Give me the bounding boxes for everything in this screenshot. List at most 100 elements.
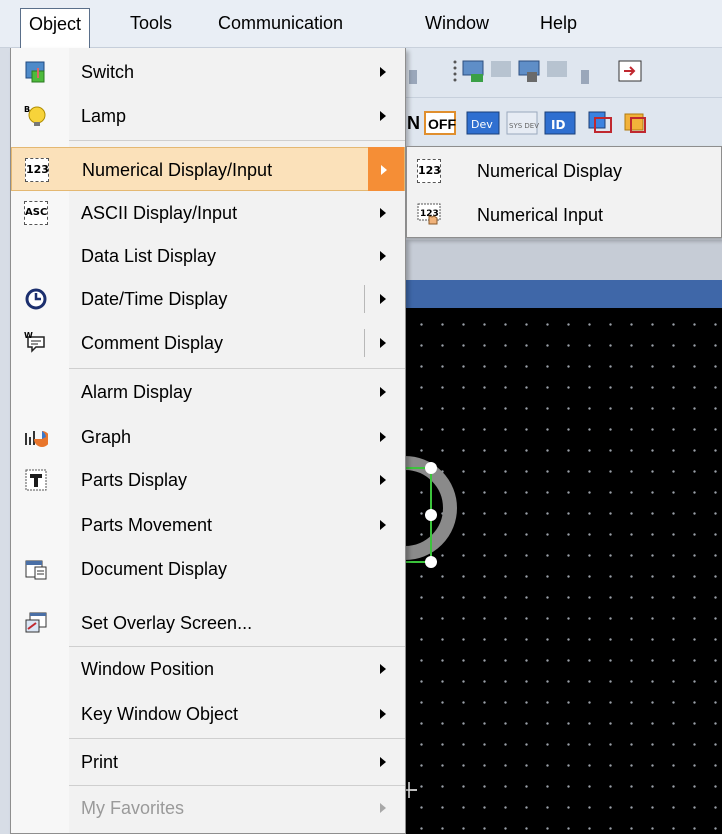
menu-item-key-window-object[interactable]: Key Window Object [11, 692, 405, 736]
menu-item-label: Parts Display [81, 470, 188, 490]
menu-item-label: Alarm Display [81, 382, 193, 402]
menu-item-switch[interactable]: Switch [11, 50, 405, 94]
menu-item-split-separator [364, 329, 365, 357]
submenu-arrow-icon [380, 664, 386, 674]
send-back-icon [624, 113, 646, 133]
numerical-display-icon: 123 [25, 158, 49, 182]
toolbar-gripper-icon [453, 60, 457, 82]
menu-item-label: Window Position [81, 659, 215, 679]
submenu-arrow-icon [380, 208, 386, 218]
resize-handle [425, 509, 437, 521]
menu-item-set-overlay-screen[interactable]: Set Overlay Screen... [11, 601, 405, 645]
import-icon [618, 60, 642, 82]
resize-handle [425, 556, 437, 568]
menu-item-comment-display[interactable]: W Comment Display [11, 321, 405, 365]
lamp-icon: B [24, 105, 46, 126]
submenu-arrow-icon [380, 757, 386, 767]
submenu-item-label: Numerical Input [477, 205, 604, 225]
menu-item-label: Set Overlay Screen... [81, 613, 253, 633]
menu-item-window-position[interactable]: Window Position [11, 647, 405, 691]
menu-item-label: ASCII Display/Input [81, 203, 238, 223]
monitor-disabled-icon [491, 61, 511, 77]
toolbar-second: N OFF Dev SYS DEV ID [405, 98, 722, 146]
menu-item-lamp[interactable]: B Lamp [11, 94, 405, 138]
document-display-icon [25, 560, 47, 580]
menu-item-label: Key Window Object [81, 704, 239, 724]
monitor-write-icon [518, 60, 540, 82]
menu-item-data-list-display[interactable]: Data List Display [11, 234, 405, 278]
menu-item-label: Numerical Display/Input [82, 160, 273, 180]
menubar: Object Tools Communication Window Help [0, 0, 722, 48]
menu-communication[interactable]: Communication [210, 8, 351, 40]
menu-tools[interactable]: Tools [122, 8, 180, 40]
toolbar-dev-label: Dev [471, 118, 493, 131]
menu-item-parts-display[interactable]: Parts Display [11, 458, 405, 502]
menu-object[interactable]: Object [20, 8, 91, 48]
menu-separator [69, 140, 405, 141]
bring-front-icon [588, 111, 612, 133]
submenu-item-numerical-display[interactable]: 123 Numerical Display [407, 149, 721, 193]
numerical-display-submenu: 123 Numerical Display 123 Numerical Inpu… [406, 146, 722, 238]
numerical-display-icon: 123 [417, 159, 441, 183]
menu-item-print[interactable]: Print [11, 740, 405, 784]
menu-item-graph[interactable]: Graph [11, 415, 405, 459]
toolbar-id-label: ID [551, 118, 565, 132]
overlay-screen-icon [25, 612, 47, 633]
monitor-icon [462, 60, 484, 82]
toolbar-off-label: OFF [428, 116, 456, 132]
menu-item-numerical-display-input[interactable]: 123 Numerical Display/Input [11, 147, 405, 191]
object-menu: Switch B Lamp 123 Numerical Display/Inpu… [10, 48, 406, 834]
toolbar-n-label: N [407, 113, 420, 133]
numerical-input-icon: 123 [417, 203, 441, 225]
menu-item-label: Switch [81, 62, 135, 82]
menu-item-label: Date/Time Display [81, 289, 228, 309]
submenu-arrow-icon [380, 67, 386, 77]
ascii-display-icon: ASC [24, 201, 48, 225]
monitor-read-icon [547, 61, 567, 77]
menu-window[interactable]: Window [417, 8, 497, 40]
menu-item-label: Print [81, 752, 119, 772]
submenu-item-label: Numerical Display [477, 161, 623, 181]
menu-item-alarm-display[interactable]: Alarm Display [11, 370, 405, 414]
submenu-arrow-icon [380, 111, 386, 121]
switch-icon [25, 61, 45, 83]
menu-help[interactable]: Help [532, 8, 585, 40]
submenu-arrow-icon [380, 432, 386, 442]
submenu-item-numerical-input[interactable]: 123 Numerical Input [407, 193, 721, 237]
toolbar-sysdev-label: SYS DEV [509, 122, 539, 130]
toolbar-top [405, 48, 722, 98]
submenu-arrow-icon [380, 387, 386, 397]
menu-item-parts-movement[interactable]: Parts Movement [11, 503, 405, 547]
menu-item-label: Comment Display [81, 333, 224, 353]
screen-titlebar [405, 280, 722, 308]
menu-separator [69, 738, 405, 739]
menu-item-label: Parts Movement [81, 515, 213, 535]
menu-item-document-display[interactable]: Document Display [11, 547, 405, 591]
submenu-arrow-icon [380, 294, 386, 304]
menu-separator [69, 368, 405, 369]
clock-icon [25, 288, 47, 310]
comment-icon: W [24, 331, 45, 353]
toolbar2-icons: N OFF Dev SYS DEV ID [407, 111, 646, 135]
editor-pane-header [405, 240, 722, 280]
menu-item-label: Lamp [81, 106, 127, 126]
selected-object[interactable] [404, 308, 722, 834]
menu-item-split-separator [364, 285, 365, 313]
menu-item-date-time-display[interactable]: Date/Time Display [11, 277, 405, 321]
menu-item-my-favorites: My Favorites [11, 786, 405, 830]
menu-item-label: Data List Display [81, 246, 217, 266]
submenu-arrow-icon [380, 251, 386, 261]
menu-item-ascii-display-input[interactable]: ASC ASCII Display/Input [11, 191, 405, 235]
svg-text:W: W [24, 331, 33, 340]
submenu-arrow-icon [380, 475, 386, 485]
submenu-arrow-icon [380, 709, 386, 719]
toolbar-icons [409, 60, 642, 84]
submenu-arrow-icon [380, 520, 386, 530]
screen-editor-canvas[interactable] [404, 308, 722, 834]
resize-handle [425, 462, 437, 474]
graph-icon [25, 431, 48, 447]
menu-item-label: Document Display [81, 559, 228, 579]
menu-item-label: Graph [81, 427, 132, 447]
crosshair-cursor-icon [405, 782, 417, 798]
submenu-arrow-icon [381, 165, 387, 175]
